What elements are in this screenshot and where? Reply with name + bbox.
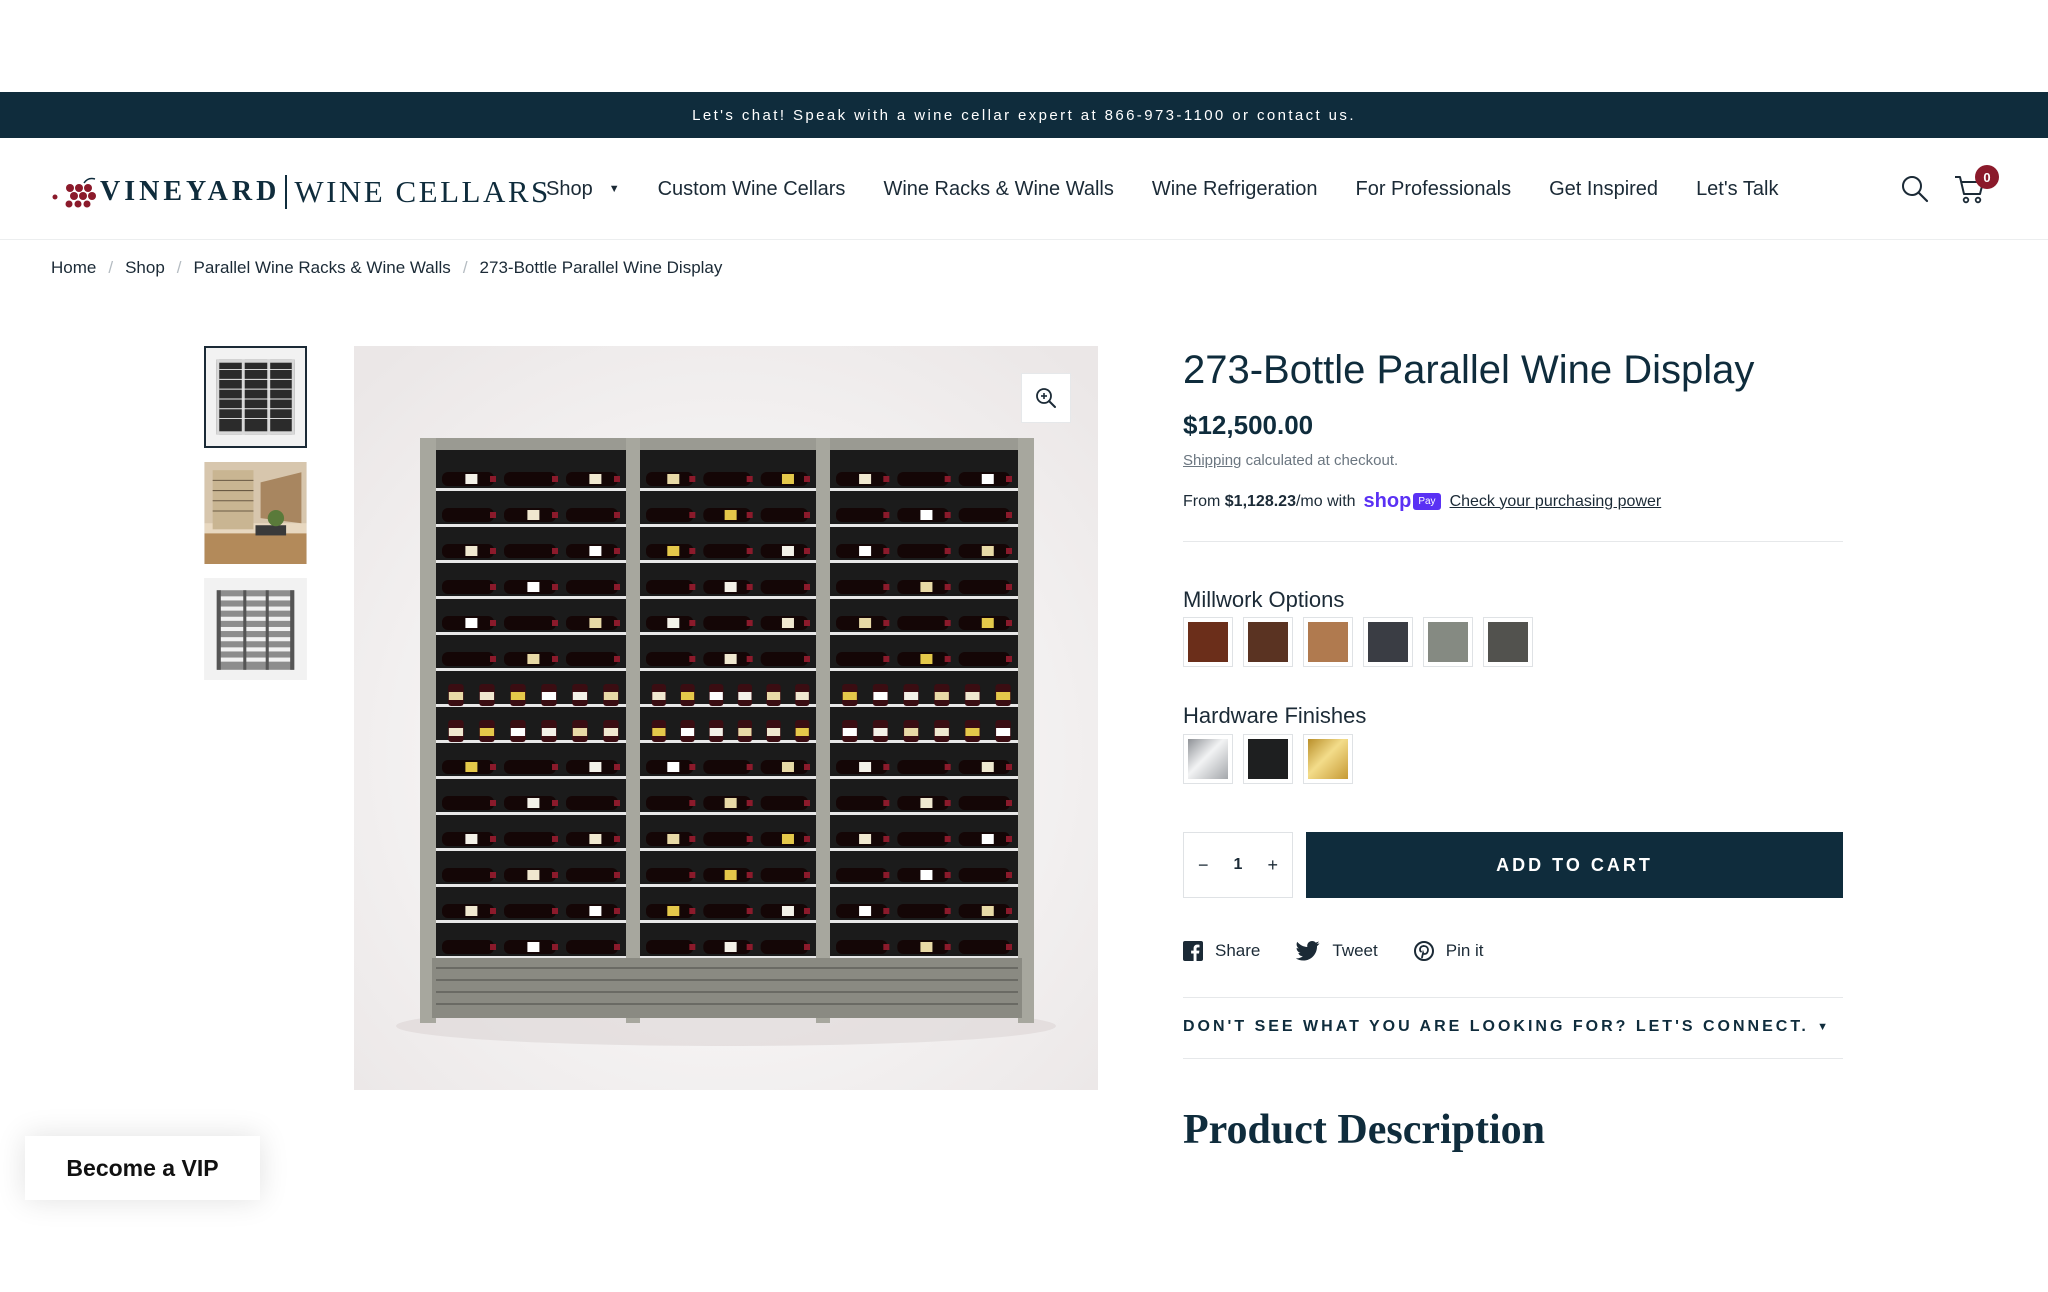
shop-pay-installments: From $1,128.23 /mo with shop Pay Check y… [1183, 490, 1661, 513]
swatch-color [1368, 622, 1408, 662]
quantity-input[interactable]: 1 [1234, 856, 1243, 874]
millwork-swatches [1183, 617, 1543, 667]
quantity-stepper: − 1 + [1183, 832, 1293, 898]
share-pinterest-button[interactable]: Pin it [1413, 941, 1484, 961]
quantity-decrease-button[interactable]: − [1198, 855, 1209, 876]
product-main-image[interactable] [354, 346, 1098, 1090]
millwork-swatch-6[interactable] [1483, 617, 1533, 667]
nav-item-wine-refrigeration[interactable]: Wine Refrigeration [1152, 178, 1318, 201]
empty-rack-thumbnail-image [204, 578, 307, 680]
product-thumbnail-2[interactable] [204, 462, 307, 564]
breadcrumb-separator: / [108, 258, 114, 277]
breadcrumb-current: 273-Bottle Parallel Wine Display [479, 258, 723, 277]
millwork-options-label: Millwork Options [1183, 587, 1345, 612]
shop-pay-logo: shop [1363, 490, 1412, 512]
divider [1183, 997, 1843, 998]
product-description-heading: Product Description [1183, 1107, 1546, 1153]
shipping-note: Shipping calculated at checkout. [1183, 452, 1398, 469]
zoom-in-icon [1036, 388, 1056, 408]
millwork-swatch-1[interactable] [1183, 617, 1233, 667]
swatch-color [1188, 622, 1228, 662]
divider [1183, 1058, 1843, 1059]
installment-amount: $1,128.23 [1224, 492, 1296, 510]
millwork-swatch-4[interactable] [1363, 617, 1413, 667]
nav-item-lets-talk[interactable]: Let's Talk [1696, 178, 1778, 201]
nav-item-for-professionals[interactable]: For Professionals [1355, 178, 1511, 201]
site-logo[interactable]: VINEYARD WINE CELLARS [50, 172, 551, 212]
main-nav: Shop ▼ Custom Wine Cellars Wine Racks & … [546, 138, 1816, 240]
share-label: Share [1215, 941, 1261, 960]
logo-divider [285, 175, 288, 209]
swatch-color [1248, 622, 1288, 662]
millwork-swatch-3[interactable] [1303, 617, 1353, 667]
share-facebook-button[interactable]: Share [1183, 941, 1260, 961]
cart-count-badge: 0 [1975, 165, 1999, 189]
nav-item-custom-wine-cellars[interactable]: Custom Wine Cellars [658, 178, 846, 201]
swatch-color [1428, 622, 1468, 662]
installment-prefix: From [1183, 492, 1221, 510]
shipping-text: calculated at checkout. [1245, 452, 1399, 469]
share-twitter-button[interactable]: Tweet [1296, 941, 1378, 961]
breadcrumb-category[interactable]: Parallel Wine Racks & Wine Walls [194, 258, 451, 278]
tweet-label: Tweet [1332, 941, 1378, 960]
breadcrumb-separator: / [462, 258, 468, 277]
hardware-swatch-2[interactable] [1243, 734, 1293, 784]
swatch-color [1308, 739, 1348, 779]
hardware-finishes-label: Hardware Finishes [1183, 703, 1367, 728]
pinterest-icon [1413, 941, 1434, 961]
product-price: $12,500.00 [1183, 410, 1314, 440]
swatch-color [1188, 739, 1228, 779]
grapes-logo-icon [52, 177, 96, 208]
hardware-swatches [1183, 734, 1363, 784]
logo-text-wine-cellars: WINE CELLARS [294, 174, 551, 209]
social-share: Share Tweet Pin it [1183, 941, 1520, 961]
nav-item-get-inspired[interactable]: Get Inspired [1549, 178, 1658, 201]
installment-suffix: /mo with [1295, 492, 1356, 510]
room-scene-thumbnail-image [204, 462, 307, 564]
pin-label: Pin it [1445, 941, 1484, 960]
product-thumbnail-3[interactable] [204, 578, 307, 680]
nav-item-label: Shop [546, 177, 593, 200]
product-thumbnail-1[interactable] [204, 346, 307, 448]
hardware-swatch-3[interactable] [1303, 734, 1353, 784]
announcement-text[interactable]: Let's chat! Speak with a wine cellar exp… [692, 107, 1356, 124]
page-bottom-area [0, 1200, 2048, 1292]
product-title: 273-Bottle Parallel Wine Display [1183, 348, 1755, 392]
breadcrumb-home[interactable]: Home [51, 258, 96, 278]
wine-rack-product-image [354, 346, 1098, 1090]
zoom-button[interactable] [1021, 373, 1071, 423]
search-icon[interactable] [1900, 174, 1930, 204]
swatch-color [1248, 739, 1288, 779]
millwork-swatch-5[interactable] [1423, 617, 1473, 667]
caret-down-icon: ▼ [1817, 1021, 1831, 1033]
swatch-color [1308, 622, 1348, 662]
become-vip-button[interactable]: Become a VIP [25, 1136, 260, 1200]
nav-item-wine-racks[interactable]: Wine Racks & Wine Walls [883, 178, 1113, 201]
add-to-cart-button[interactable]: ADD TO CART [1306, 832, 1843, 898]
swatch-color [1488, 622, 1528, 662]
site-header: VINEYARD WINE CELLARS Shop ▼ Custom Wine… [0, 138, 2048, 240]
connect-label: DON'T SEE WHAT YOU ARE LOOKING FOR? LET'… [1183, 1018, 1809, 1035]
divider [1183, 541, 1843, 542]
millwork-swatch-2[interactable] [1243, 617, 1293, 667]
nav-item-shop[interactable]: Shop ▼ [546, 178, 620, 201]
facebook-icon [1183, 941, 1203, 961]
shipping-link[interactable]: Shipping [1183, 452, 1241, 469]
logo-text-vineyard: VINEYARD [100, 176, 281, 207]
purchasing-power-link[interactable]: Check your purchasing power [1450, 493, 1662, 511]
wine-rack-thumbnail-image [206, 348, 305, 446]
twitter-icon [1296, 941, 1320, 961]
breadcrumb-shop[interactable]: Shop [125, 258, 165, 278]
breadcrumb-separator: / [176, 258, 182, 277]
quantity-increase-button[interactable]: + [1267, 855, 1278, 876]
announcement-bar[interactable]: Let's chat! Speak with a wine cellar exp… [0, 92, 2048, 138]
caret-down-icon: ▼ [608, 183, 620, 195]
hardware-swatch-1[interactable] [1183, 734, 1233, 784]
breadcrumb: Home / Shop / Parallel Wine Racks & Wine… [51, 258, 722, 278]
shop-pay-badge: Pay [1413, 493, 1441, 510]
connect-accordion[interactable]: DON'T SEE WHAT YOU ARE LOOKING FOR? LET'… [1183, 1018, 1843, 1036]
